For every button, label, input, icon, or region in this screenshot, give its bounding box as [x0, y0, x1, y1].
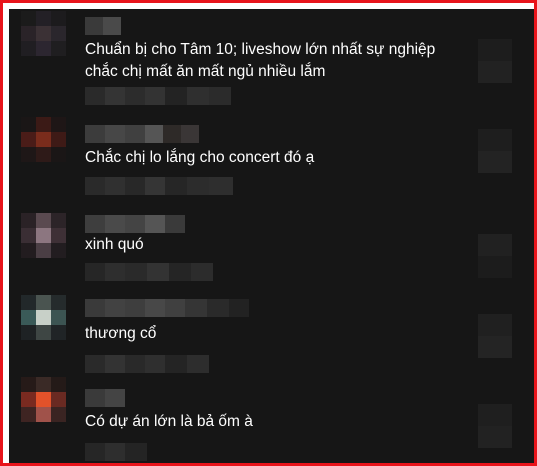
- username[interactable]: [85, 17, 121, 35]
- avatar[interactable]: [21, 377, 66, 437]
- image-frame: Chuẩn bị cho Tâm 10; liveshow lớn nhất s…: [0, 0, 537, 466]
- username[interactable]: [85, 299, 249, 317]
- comment-text: thương cổ: [85, 325, 157, 342]
- comment-meta: [85, 443, 147, 461]
- username[interactable]: [85, 125, 199, 143]
- username[interactable]: [85, 389, 125, 407]
- comment-meta: [85, 263, 213, 281]
- comment-text: xinh quó: [85, 236, 144, 253]
- comment-text: Chắc chị lo lắng cho concert đó ạ: [85, 149, 315, 166]
- blurred-side-column: [464, 9, 534, 463]
- comment-text: Có dự án lớn là bả ốm à: [85, 413, 253, 430]
- avatar[interactable]: [21, 213, 66, 273]
- comment-meta: [85, 177, 233, 195]
- comment-panel: Chuẩn bị cho Tâm 10; liveshow lớn nhất s…: [9, 9, 534, 463]
- comment-meta: [85, 87, 231, 105]
- username[interactable]: [85, 215, 185, 233]
- comment-text: Chuẩn bị cho Tâm 10; liveshow lớn nhất s…: [85, 41, 436, 80]
- avatar[interactable]: [21, 117, 66, 177]
- avatar[interactable]: [21, 295, 66, 355]
- comment-meta: [85, 355, 209, 373]
- avatar[interactable]: [21, 11, 66, 71]
